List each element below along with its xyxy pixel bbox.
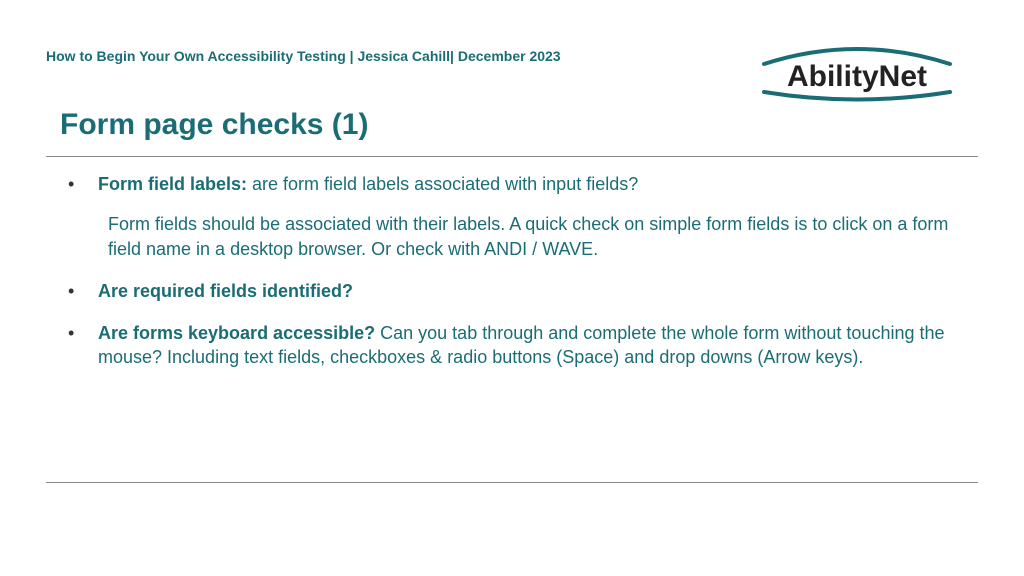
bullet-keyboard-accessible: Are forms keyboard accessible? Can you t… — [60, 321, 964, 370]
divider-bottom — [46, 482, 978, 483]
bullet-label: Form field labels: — [98, 174, 252, 194]
slide-title: Form page checks (1) — [60, 108, 368, 142]
bullet-detail: Form fields should be associated with th… — [60, 212, 964, 261]
abilitynet-logo: AbilityNet — [752, 42, 962, 107]
bullet-label: Are forms keyboard accessible? — [98, 323, 380, 343]
divider-top — [46, 156, 978, 157]
header-breadcrumb: How to Begin Your Own Accessibility Test… — [46, 48, 561, 64]
bullet-required-fields: Are required fields identified? — [60, 279, 964, 303]
bullet-form-field-labels: Form field labels: are form field labels… — [60, 172, 964, 196]
bullet-label: Are required fields identified? — [98, 281, 353, 301]
svg-text:AbilityNet: AbilityNet — [787, 60, 927, 93]
slide-content: Form field labels: are form field labels… — [60, 172, 964, 388]
bullet-question: are form field labels associated with in… — [252, 174, 638, 194]
